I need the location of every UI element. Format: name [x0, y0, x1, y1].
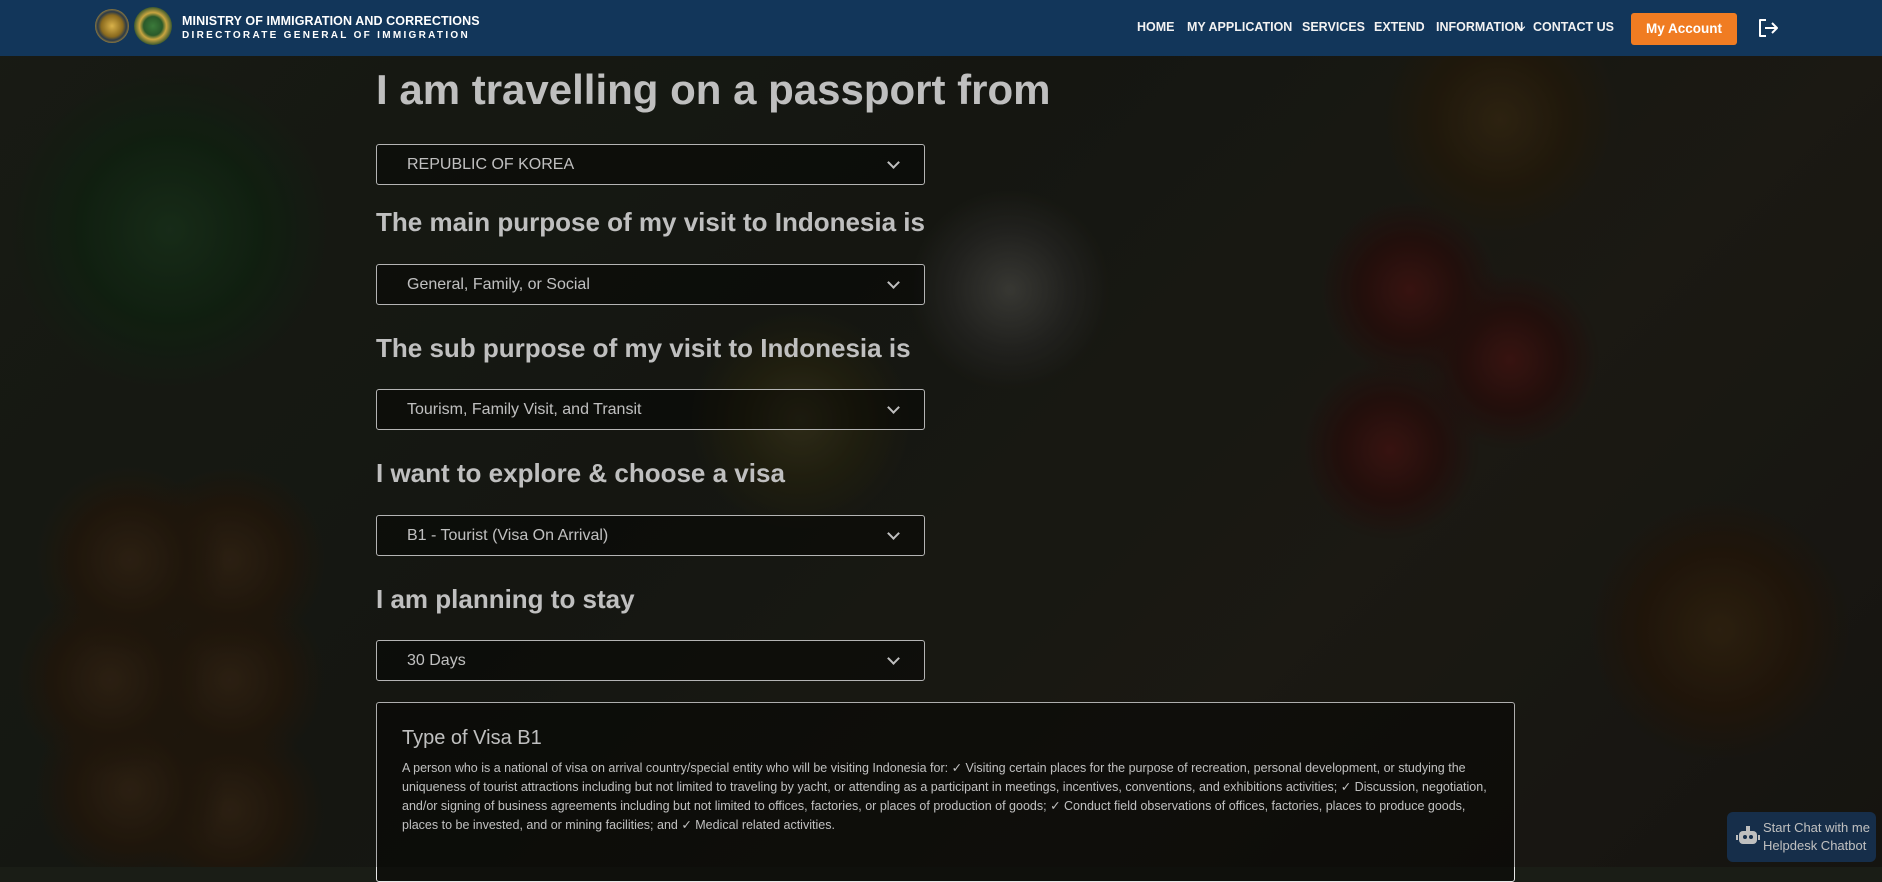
nav-information[interactable]: INFORMATION	[1436, 20, 1523, 34]
immigration-emblem-logo	[134, 7, 172, 45]
nav-services[interactable]: SERVICES	[1302, 20, 1365, 34]
government-emblem-logo	[95, 9, 129, 43]
nav-my-application[interactable]: MY APPLICATION	[1187, 20, 1292, 34]
nav-home[interactable]: HOME	[1137, 20, 1175, 34]
nav-extend[interactable]: EXTEND	[1374, 20, 1425, 34]
directorate-name: DIRECTORATE GENERAL OF IMMIGRATION	[182, 30, 471, 41]
ministry-name: MINISTRY OF IMMIGRATION AND CORRECTIONS	[182, 14, 480, 28]
top-navigation-bar: MINISTRY OF IMMIGRATION AND CORRECTIONS …	[0, 0, 1882, 56]
my-account-button[interactable]: My Account	[1631, 13, 1737, 45]
nav-contact-us[interactable]: CONTACT US	[1533, 20, 1614, 34]
logout-icon[interactable]	[1757, 18, 1779, 38]
background-overlay	[0, 0, 1882, 867]
